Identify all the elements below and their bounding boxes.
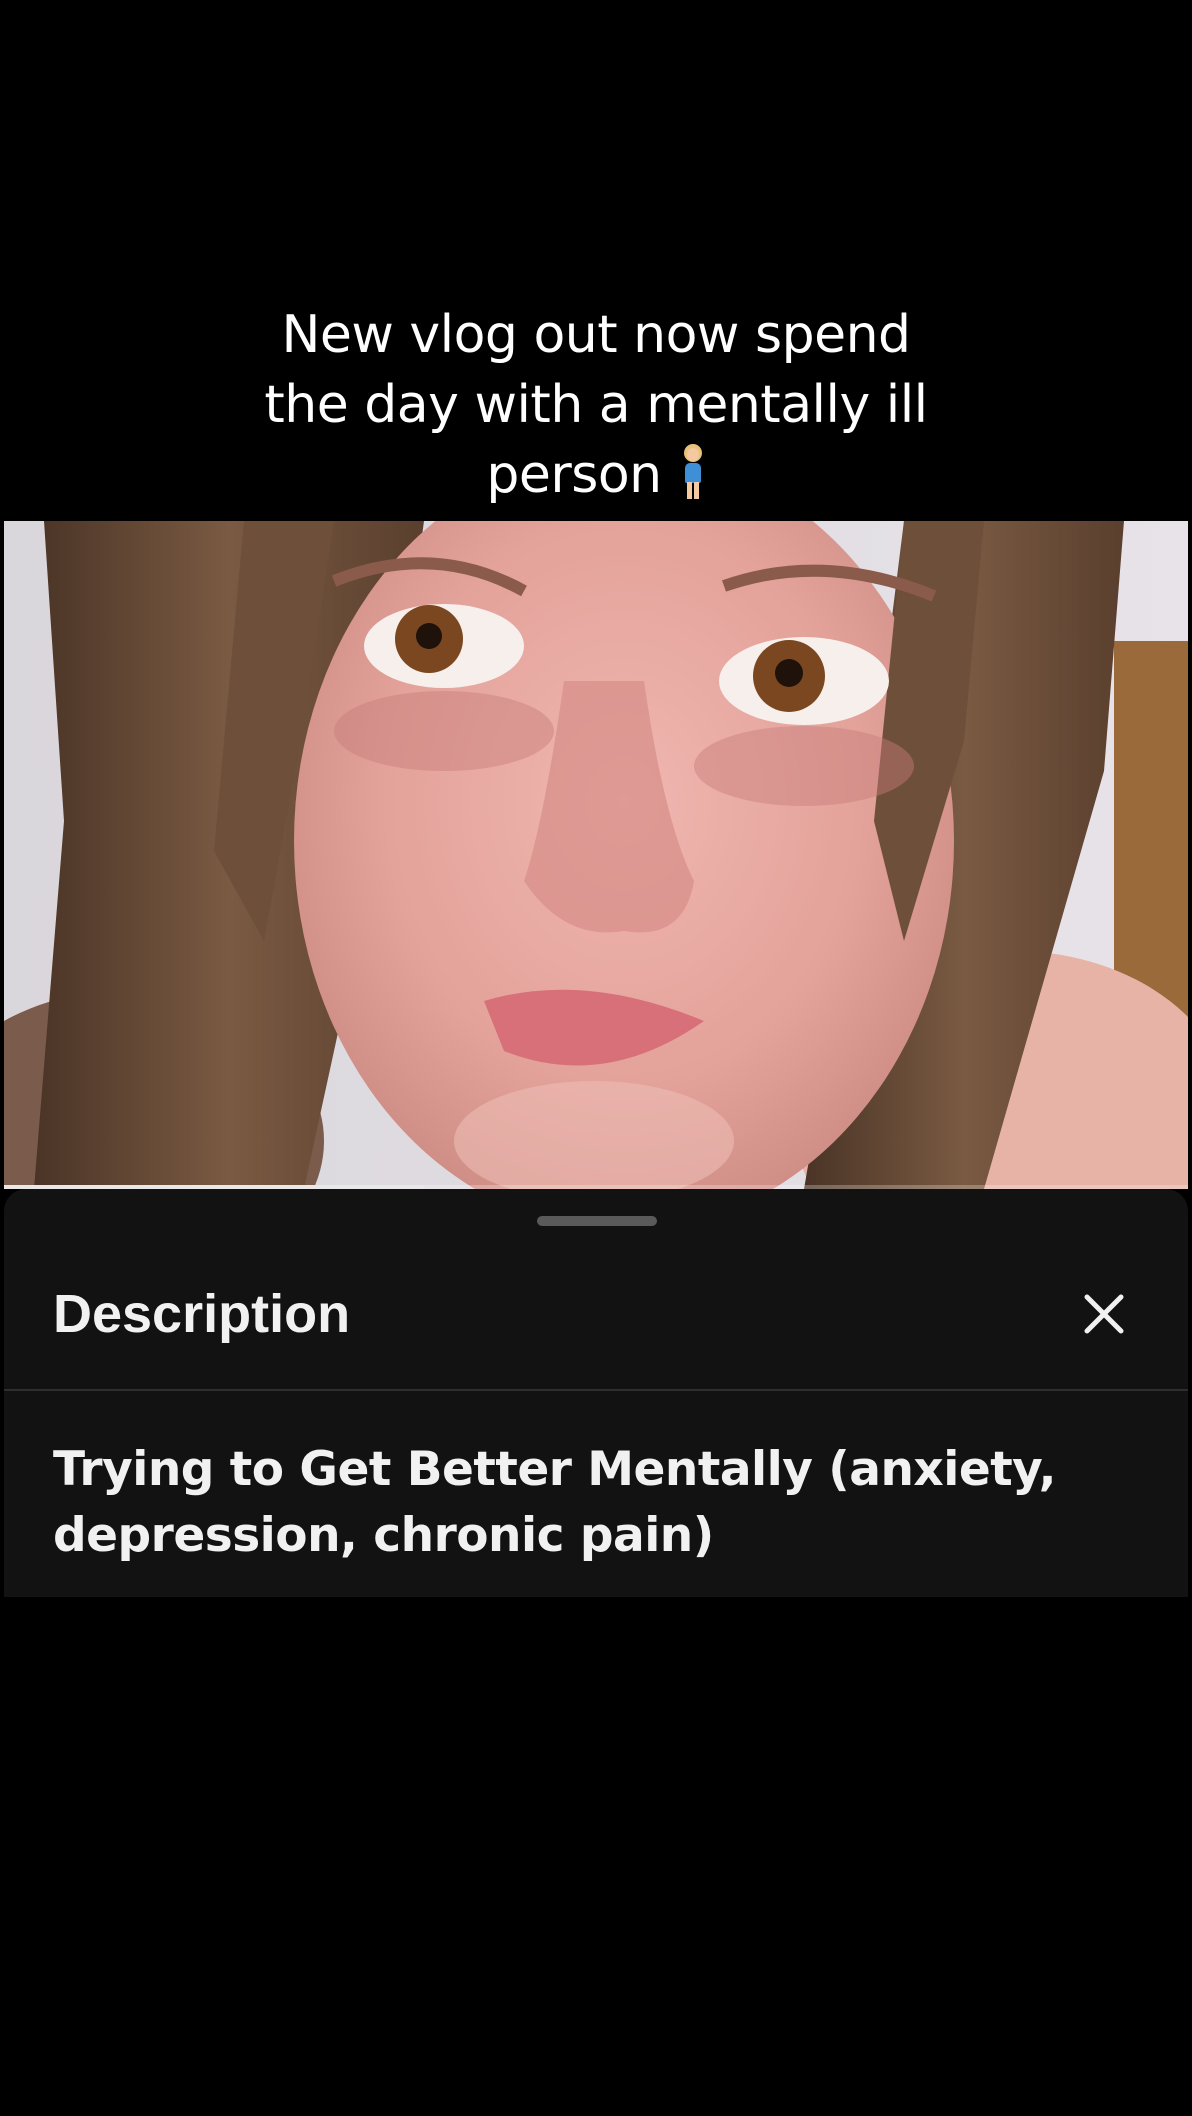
description-title: Description <box>53 1284 351 1344</box>
close-icon[interactable] <box>1069 1279 1139 1349</box>
video-caption: New vlog out now spend the day with a me… <box>196 300 996 510</box>
woman-standing-emoji-icon <box>680 444 706 500</box>
divider <box>4 1389 1188 1391</box>
caption-line-1: New vlog out now spend <box>281 305 911 365</box>
description-sheet: Description Trying to Get Better Mentall… <box>4 1189 1188 1597</box>
video-thumbnail-image <box>4 521 1188 1189</box>
caption-line-3: person <box>486 445 662 505</box>
caption-line-3-wrap: person <box>196 440 996 510</box>
video-frame[interactable] <box>4 521 1188 1189</box>
caption-line-2: the day with a mentally ill <box>264 375 928 435</box>
drag-handle[interactable] <box>537 1216 657 1226</box>
description-text: Trying to Get Better Mentally (anxiety, … <box>53 1442 1057 1563</box>
